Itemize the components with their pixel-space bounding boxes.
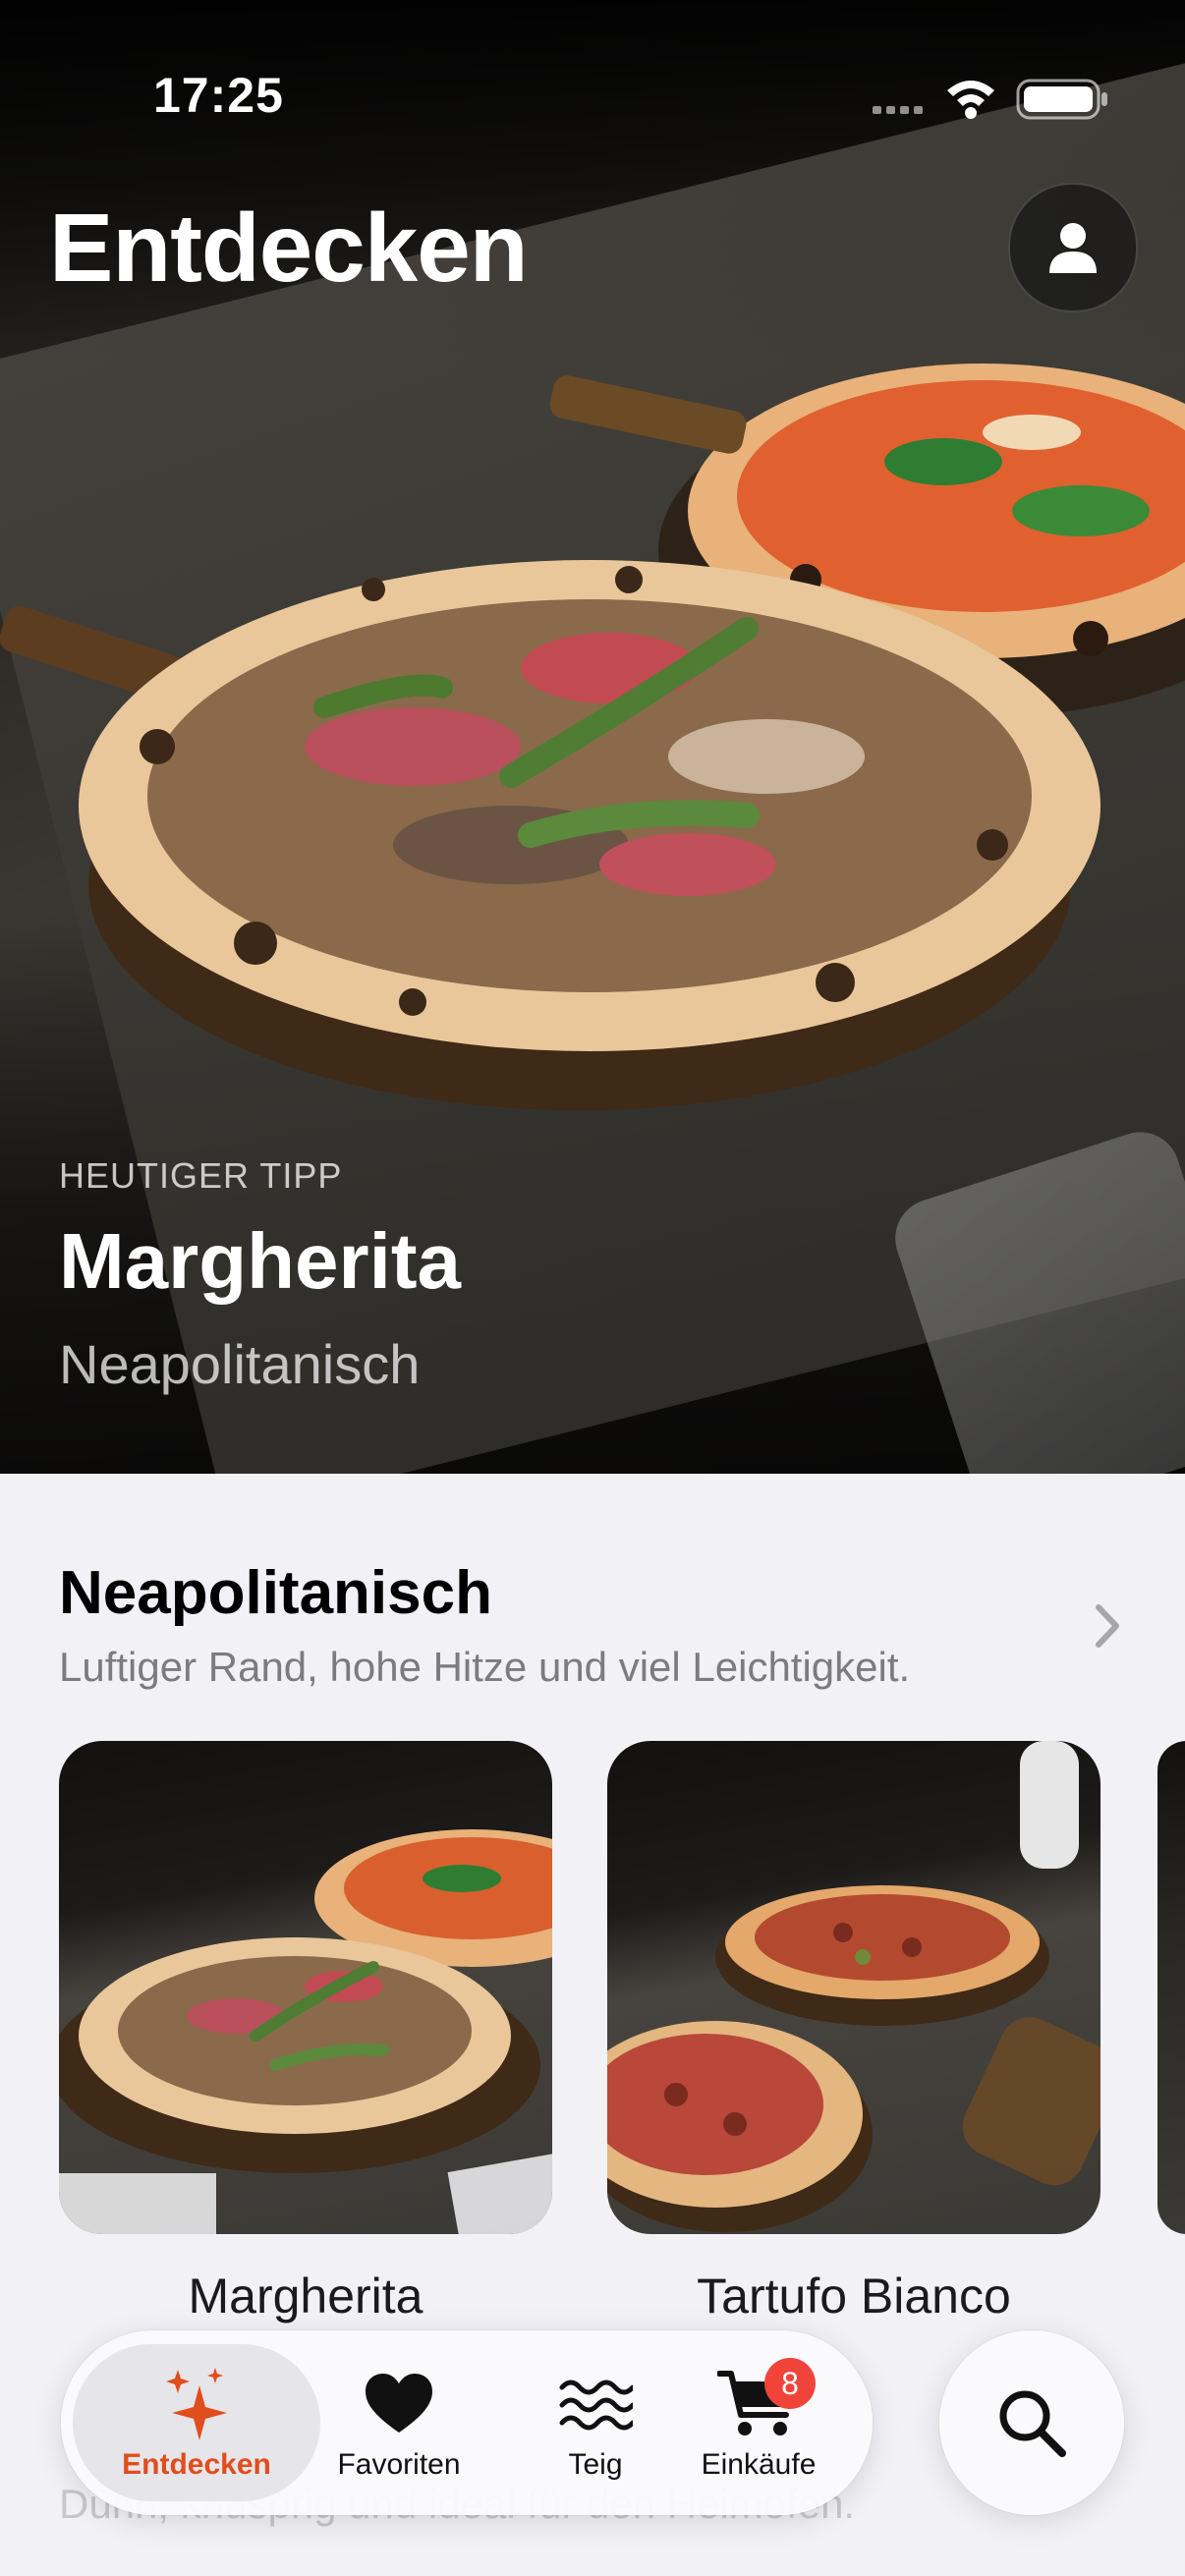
waves-icon [558, 2366, 633, 2440]
status-icons [873, 79, 1107, 120]
heart-icon [364, 2366, 434, 2440]
tab-label: Einkäufe [701, 2448, 817, 2481]
cart-badge: 8 [764, 2358, 816, 2409]
pizza-card[interactable]: Tartufo Bianco [607, 1741, 1100, 2324]
profile-button[interactable] [1008, 183, 1138, 312]
section-title: Neapolitanisch [59, 1559, 492, 1627]
tab-label: Entdecken [122, 2448, 271, 2481]
wifi-icon [947, 81, 994, 119]
search-icon [999, 2390, 1066, 2457]
hero-subtitle: Neapolitanisch [59, 1333, 421, 1395]
sparkles-icon [162, 2366, 231, 2440]
search-button[interactable] [939, 2330, 1124, 2515]
cart-icon: 8 [717, 2358, 816, 2440]
hero-title: Margherita [59, 1217, 461, 1305]
tab-label: Favoriten [337, 2448, 461, 2481]
pizza-card-label: Tartufo Bianco [697, 2268, 1011, 2324]
tab-bar: Entdecken Favoriten Teig 8 Einkäufe [61, 2330, 873, 2515]
cellular-signal-icon [873, 106, 923, 114]
tab-entdecken[interactable]: Entdecken [73, 2344, 320, 2501]
battery-icon [1016, 79, 1107, 120]
pizza-card-label: Margherita [188, 2268, 423, 2324]
chevron-right-icon[interactable] [1093, 1601, 1122, 1651]
pizza-card-image [607, 1741, 1100, 2234]
page-title: Entdecken [49, 194, 529, 302]
tab-einkaeufe[interactable]: 8 Einkäufe [662, 2344, 855, 2501]
section-header[interactable]: Neapolitanisch Luftiger Rand, hohe Hitze… [59, 1558, 1140, 1691]
person-icon [1049, 223, 1097, 273]
pizza-card[interactable]: Margherita [59, 1741, 552, 2324]
pizza-card-image [59, 1741, 552, 2234]
tab-label: Teig [568, 2448, 623, 2481]
section-description: Luftiger Rand, hohe Hitze und viel Leich… [59, 1644, 911, 1690]
pizza-card-peek[interactable] [1157, 1741, 1185, 2234]
hero-eyebrow: HEUTIGER TIPP [59, 1155, 343, 1196]
status-time: 17:25 [153, 68, 284, 123]
status-bar: 17:25 [0, 0, 1185, 187]
tab-favoriten[interactable]: Favoriten [303, 2344, 495, 2501]
